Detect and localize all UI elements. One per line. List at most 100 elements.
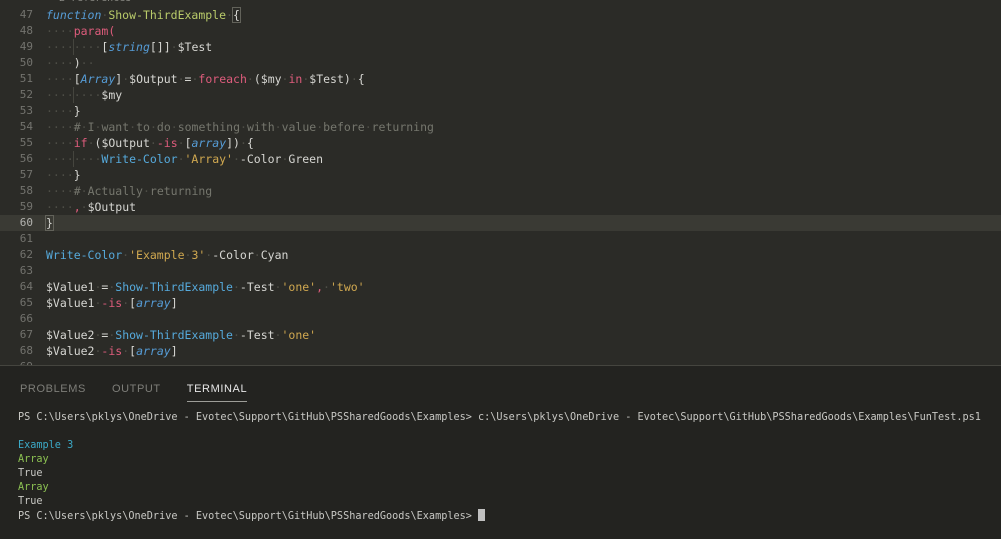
line-number[interactable]: 57 xyxy=(0,167,46,183)
line-number[interactable]: 64 xyxy=(0,279,46,295)
code-line[interactable]: 53····} xyxy=(0,103,1001,119)
terminal-text: Array xyxy=(18,454,49,465)
whitespace-dots: · xyxy=(365,120,372,134)
code-token: -Test xyxy=(240,328,275,342)
code-token: Write-Color xyxy=(46,248,122,262)
code-line[interactable]: 47function·Show-ThirdExample·{ xyxy=(0,7,1001,23)
line-number[interactable]: 62 xyxy=(0,247,46,263)
code-line[interactable]: 55····if·($Output·-is·[array])·{ xyxy=(0,135,1001,151)
whitespace-dots: · xyxy=(233,280,240,294)
code-text: $Value1·-is·[array] xyxy=(46,295,178,311)
code-token: } xyxy=(74,104,81,118)
code-line[interactable]: 58····#·Actually·returning xyxy=(0,183,1001,199)
code-token: $my xyxy=(261,72,282,86)
whitespace-dots: ········ xyxy=(46,40,101,54)
terminal-line xyxy=(18,425,1001,439)
code-line[interactable]: 51····[Array]·$Output·=·foreach·($my·in·… xyxy=(0,71,1001,87)
code-token: if xyxy=(74,136,88,150)
line-number[interactable]: 59 xyxy=(0,199,46,215)
line-number[interactable]: 58 xyxy=(0,183,46,199)
code-line[interactable]: 50····)·· xyxy=(0,55,1001,71)
code-line[interactable]: 69 xyxy=(0,359,1001,366)
terminal-line: PS C:\Users\pklys\OneDrive - Evotec\Supp… xyxy=(18,509,1001,523)
panel-tab-bar: PROBLEMS OUTPUT TERMINAL xyxy=(0,366,1001,402)
code-token: param( xyxy=(74,24,116,38)
line-number[interactable]: 61 xyxy=(0,231,46,247)
whitespace-dots: · xyxy=(351,72,358,86)
line-number[interactable]: 56 xyxy=(0,151,46,167)
terminal-text: PS C:\Users\pklys\OneDrive - Evotec\Supp… xyxy=(18,511,478,522)
line-number[interactable]: 68 xyxy=(0,343,46,359)
terminal[interactable]: PS C:\Users\pklys\OneDrive - Evotec\Supp… xyxy=(0,411,1001,523)
line-number[interactable]: 63 xyxy=(0,263,46,279)
code-line[interactable]: 64$Value1·=·Show-ThirdExample·-Test·'one… xyxy=(0,279,1001,295)
code-line[interactable]: 59····,·$Output xyxy=(0,199,1001,215)
terminal-text: True xyxy=(18,468,43,479)
line-number[interactable]: 65 xyxy=(0,295,46,311)
code-line[interactable]: 60} xyxy=(0,215,1001,231)
whitespace-dots: · xyxy=(254,248,261,262)
tab-terminal[interactable]: TERMINAL xyxy=(187,383,247,402)
whitespace-dots: · xyxy=(150,136,157,150)
code-line[interactable]: 56········Write-Color·'Array'·-Color·Gre… xyxy=(0,151,1001,167)
code-line[interactable]: 66 xyxy=(0,311,1001,327)
code-line[interactable]: 62Write-Color·'Example·3'·-Color·Cyan xyxy=(0,247,1001,263)
tab-output[interactable]: OUTPUT xyxy=(112,383,161,401)
whitespace-dots: ···· xyxy=(46,56,74,70)
line-number[interactable]: 51 xyxy=(0,71,46,87)
line-number[interactable]: 48 xyxy=(0,23,46,39)
whitespace-dots: ···· xyxy=(46,136,74,150)
code-token: Write-Color xyxy=(101,152,177,166)
code-token: 'Example xyxy=(129,248,184,262)
code-line[interactable]: 67$Value2·=·Show-ThirdExample·-Test·'one… xyxy=(0,327,1001,343)
line-number[interactable]: 49 xyxy=(0,39,46,55)
code-token: [ xyxy=(74,72,81,86)
code-line[interactable]: 49········[string[]]·$Test xyxy=(0,39,1001,55)
terminal-text: Example 3 xyxy=(18,440,73,451)
whitespace-dots: ········ xyxy=(46,152,101,166)
terminal-line: True xyxy=(18,467,1001,481)
whitespace-dots: ···· xyxy=(46,24,74,38)
whitespace-dots: · xyxy=(247,72,254,86)
code-token: $Value2 xyxy=(46,328,94,342)
line-number[interactable]: 69 xyxy=(0,359,46,366)
line-number[interactable]: 52 xyxy=(0,87,46,103)
code-editor[interactable]: 2 references 47function·Show-ThirdExampl… xyxy=(0,0,1001,366)
line-number[interactable]: 53 xyxy=(0,103,46,119)
code-token: array xyxy=(192,136,227,150)
code-token: } xyxy=(74,168,81,182)
line-number[interactable]: 47 xyxy=(0,7,46,23)
line-number[interactable]: 60 xyxy=(0,215,46,231)
line-number[interactable]: 67 xyxy=(0,327,46,343)
code-text: $Value2·-is·[array] xyxy=(46,343,178,359)
code-token: { xyxy=(233,8,240,22)
code-line[interactable]: 61 xyxy=(0,231,1001,247)
line-number[interactable]: 66 xyxy=(0,311,46,327)
code-token: ] xyxy=(171,296,178,310)
code-token: Show-ThirdExample xyxy=(115,280,233,294)
code-token: Array xyxy=(81,72,116,86)
whitespace-dots: · xyxy=(88,136,95,150)
terminal-cursor xyxy=(478,509,485,521)
code-token: $Output xyxy=(129,72,177,86)
line-number[interactable]: 54 xyxy=(0,119,46,135)
whitespace-dots: · xyxy=(240,120,247,134)
line-number[interactable]: 50 xyxy=(0,55,46,71)
code-line[interactable]: 63 xyxy=(0,263,1001,279)
whitespace-dots: · xyxy=(275,120,282,134)
whitespace-dots: · xyxy=(233,328,240,342)
code-line[interactable]: 54····#·I·want·to·do·something·with·valu… xyxy=(0,119,1001,135)
code-token: something xyxy=(178,120,240,134)
tab-problems[interactable]: PROBLEMS xyxy=(20,383,86,401)
line-number[interactable]: 55 xyxy=(0,135,46,151)
code-line[interactable]: 52········$my xyxy=(0,87,1001,103)
code-line[interactable]: 65$Value1·-is·[array] xyxy=(0,295,1001,311)
code-token: foreach xyxy=(198,72,246,86)
whitespace-dots: · xyxy=(323,280,330,294)
code-line[interactable]: 68$Value2·-is·[array] xyxy=(0,343,1001,359)
code-scroll-area: 2 references 47function·Show-ThirdExampl… xyxy=(0,0,1001,366)
whitespace-dots: · xyxy=(233,152,240,166)
codelens-references[interactable]: 2 references xyxy=(0,0,1001,7)
code-line[interactable]: 48····param( xyxy=(0,23,1001,39)
code-line[interactable]: 57····} xyxy=(0,167,1001,183)
